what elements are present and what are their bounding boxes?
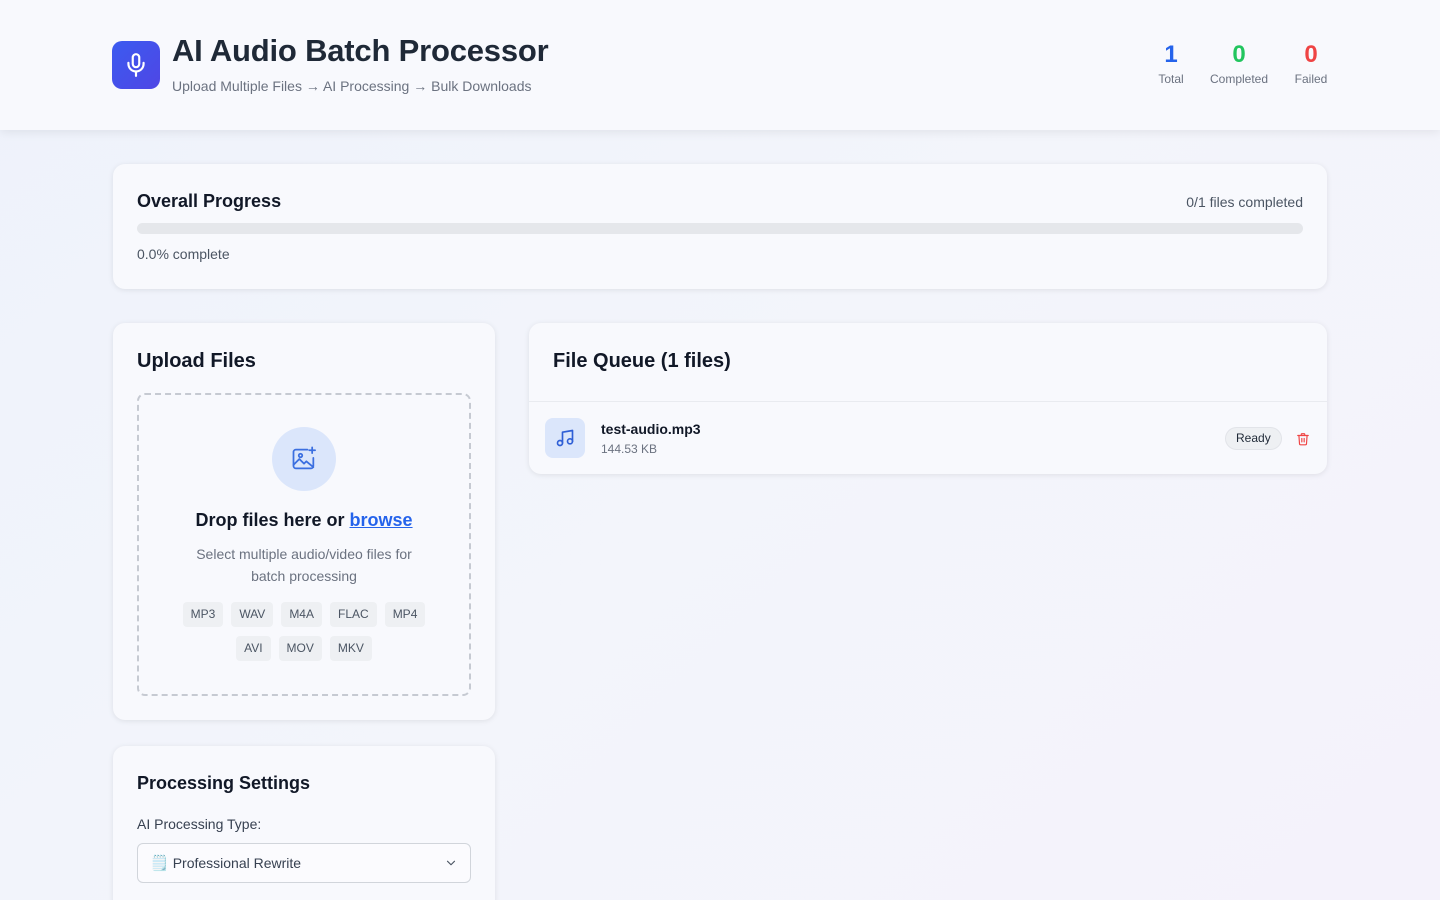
format-badge: WAV xyxy=(231,602,274,627)
app-subtitle: Upload Multiple Files → AI Processing → … xyxy=(172,78,532,94)
processing-type-value: Professional Rewrite xyxy=(172,855,302,871)
queue-title: File Queue (1 files) xyxy=(553,350,731,372)
music-note-icon xyxy=(556,429,574,447)
file-queue-card: File Queue (1 files) test-audio.mp3 144.… xyxy=(529,323,1327,474)
overall-progress-card: Overall Progress 0/1 files completed 0.0… xyxy=(113,164,1327,289)
stat-completed: 0 Completed xyxy=(1202,40,1276,86)
file-type-icon xyxy=(545,418,585,458)
stat-total-value: 1 xyxy=(1164,41,1178,68)
stat-failed-value: 0 xyxy=(1304,41,1318,68)
status-badge: Ready xyxy=(1225,427,1282,450)
settings-title: Processing Settings xyxy=(137,773,311,793)
format-badge: AVI xyxy=(236,636,271,661)
microphone-icon xyxy=(127,53,145,77)
upload-title: Upload Files xyxy=(137,350,256,372)
file-dropzone[interactable]: Drop files here or browse Select multipl… xyxy=(137,393,471,696)
drop-description: Select multiple audio/video files for ba… xyxy=(196,546,412,584)
format-badge: MP4 xyxy=(384,602,426,627)
stat-total-label: Total xyxy=(1158,72,1184,86)
drop-heading: Drop files here or browse xyxy=(139,510,469,531)
app-header: AI Audio Batch Processor Upload Multiple… xyxy=(0,0,1440,130)
stat-completed-label: Completed xyxy=(1209,72,1269,86)
upload-card: Upload Files Drop files here or browse S… xyxy=(113,323,495,720)
browse-link[interactable]: browse xyxy=(350,510,413,530)
format-badge: MOV xyxy=(278,636,322,661)
stat-failed-label: Failed xyxy=(1294,72,1328,86)
delete-file-button[interactable] xyxy=(1296,431,1310,447)
file-size: 144.53 KB xyxy=(601,442,658,456)
progress-bar xyxy=(137,223,1303,234)
stat-total: 1 Total xyxy=(1150,40,1192,86)
format-badge: MKV xyxy=(329,636,372,661)
file-name: test-audio.mp3 xyxy=(601,421,701,437)
image-plus-icon xyxy=(292,446,316,470)
divider xyxy=(529,401,1327,402)
drop-text: Drop files here or xyxy=(195,510,345,530)
format-badge: FLAC xyxy=(330,602,377,627)
chevron-down-icon xyxy=(446,860,456,866)
processing-type-select[interactable]: 🗒️ Professional Rewrite xyxy=(137,843,471,883)
progress-count: 0/1 files completed xyxy=(1186,194,1303,210)
format-badge: MP3 xyxy=(182,602,224,627)
processing-settings-card: Processing Settings AI Processing Type: … xyxy=(113,746,495,900)
progress-percent: 0.0% complete xyxy=(137,246,230,262)
app-title: AI Audio Batch Processor xyxy=(172,33,549,68)
app-logo xyxy=(112,41,160,89)
supported-formats: MP3 WAV M4A FLAC MP4 AVI MOV MKV xyxy=(169,602,439,661)
queue-file-row[interactable]: test-audio.mp3 144.53 KB Ready xyxy=(545,418,1315,458)
processing-type-label: AI Processing Type: xyxy=(137,816,262,832)
format-badge: M4A xyxy=(281,602,322,627)
stat-failed: 0 Failed xyxy=(1288,40,1334,86)
stat-completed-value: 0 xyxy=(1232,41,1246,68)
memo-icon: 🗒️ xyxy=(150,855,169,872)
upload-icon-circle xyxy=(272,427,336,491)
progress-title: Overall Progress xyxy=(137,191,282,211)
